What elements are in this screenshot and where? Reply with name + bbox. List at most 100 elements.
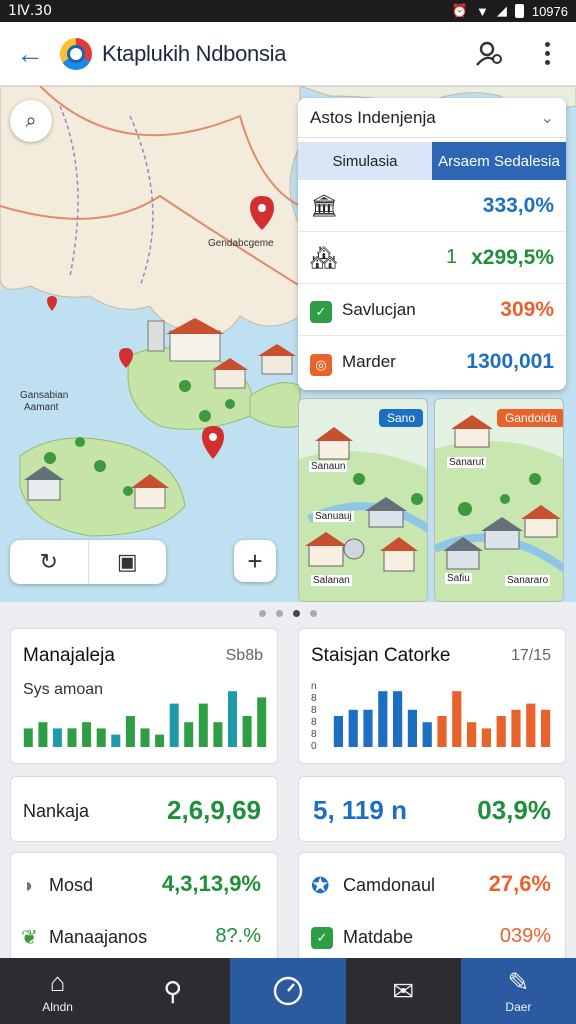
chart-bar (82, 722, 92, 747)
chart-bar (393, 691, 403, 747)
list-item-label: Mosd (49, 875, 94, 895)
chart-card[interactable]: Manajaleja Sb8b Sys amoan (10, 628, 278, 764)
chart-bar (348, 709, 358, 747)
gauge-icon (273, 976, 303, 1006)
nav-search[interactable]: ⚲ (115, 958, 230, 1024)
check-icon: ✓ (311, 927, 333, 949)
search-icon: ⚲ (163, 976, 183, 1006)
chart-bar (541, 709, 551, 747)
chart-bar (52, 728, 62, 747)
chart-card[interactable]: Staisjan Catorke 17/15 n 8 8 8 8 0 (298, 628, 566, 764)
zoom-in-button[interactable]: + (234, 540, 276, 582)
panel-row[interactable]: 🏛 333,0% (298, 180, 566, 232)
kebab-icon (544, 42, 550, 65)
search-icon: ⌕ (25, 109, 37, 132)
village-illustration (435, 415, 563, 601)
back-button[interactable]: ← (0, 22, 60, 86)
chart-bar (363, 709, 373, 747)
thumbnail-label: Safiu (445, 573, 472, 584)
user-settings-button[interactable] (460, 22, 518, 86)
refresh-button[interactable]: ↻ (10, 540, 88, 584)
stat-card[interactable]: Nankaja 2,6,9,69 (10, 776, 278, 842)
app-logo (60, 37, 92, 70)
tick-label: 8 (311, 729, 317, 740)
user-gear-icon (476, 41, 502, 66)
edit-icon: ✎ (507, 967, 530, 997)
thumbnail-label: Sanarut (447, 457, 487, 468)
chart-bar (184, 722, 194, 747)
list-item-value: 4,3,13,9% (161, 871, 261, 896)
pager-dot[interactable] (310, 610, 317, 617)
temple-icon: 🏛 (310, 192, 338, 218)
app-bar: ← Ktaplukih Ndbonsia (0, 22, 576, 86)
thumbnail-label: Sanaun (309, 461, 348, 472)
region-dropdown[interactable]: Astos Indenjenja ⌄ (298, 98, 566, 138)
info-panel: Astos Indenjenja ⌄ Simulasia Arsaem Seda… (298, 98, 566, 390)
thumbnail-card[interactable]: Gandoida Sanarut Safiu Sanararo (434, 398, 564, 602)
village-illustration (299, 427, 427, 601)
list-item-label: Matdabe (343, 927, 414, 947)
chart-bar (407, 709, 417, 747)
status-bar: 1Ⅳ.30 ⏰ ▼ ◢ 10976 (0, 0, 576, 22)
map-label: Gansabian (20, 390, 68, 401)
card-title: Manajaleja (23, 645, 115, 666)
house-icon: 🏘 (310, 244, 338, 270)
chart-ticks: n 8 8 8 8 0 (311, 681, 317, 753)
pager-dot[interactable] (259, 610, 266, 617)
map-search-button[interactable]: ⌕ (10, 100, 52, 142)
pager-dots[interactable] (0, 610, 576, 617)
thumbnail-card[interactable]: Sano Sanaun Sanuauj Salanan (298, 398, 428, 602)
panel-row-value: 333,0% (482, 193, 554, 217)
layers-button[interactable]: ▣ (87, 540, 167, 584)
chart-bar (496, 716, 506, 747)
chart-bar (228, 691, 237, 747)
nav-home[interactable]: ⌂ Alndn (0, 958, 115, 1024)
pager-dot[interactable] (276, 610, 283, 617)
chart-bar (378, 691, 388, 747)
tab-simulasia[interactable]: Simulasia (298, 142, 432, 180)
card-title: Staisjan Catorke (311, 645, 451, 666)
more-menu-button[interactable] (518, 22, 576, 86)
tab-arsaem[interactable]: Arsaem Sedalesia (432, 142, 566, 180)
thumbnail-label: Sanuauj (313, 511, 354, 522)
arrow-left-icon: ← (16, 37, 44, 69)
panel-row[interactable]: 🏘 1 x299,5% (298, 232, 566, 284)
stat-card[interactable]: 5, 119 n 03,9% (298, 776, 566, 842)
stat-value: 5, 119 n (313, 795, 407, 825)
thumbnail-strip: Sano Sanaun Sanuauj Salanan Gandoida San… (298, 398, 568, 602)
chart-bar (155, 734, 165, 747)
plus-icon: + (247, 545, 263, 576)
chart-bar (111, 734, 121, 747)
map-label: Aamant (24, 402, 59, 413)
thumbnail-label: Salanan (311, 575, 352, 586)
panel-row-value: 309% (500, 297, 554, 321)
list-item-value: 039% (499, 925, 551, 947)
chart-bar (96, 728, 106, 747)
chart-bar (511, 709, 521, 747)
list-card: ✪ Camdonaul 27,6% ✓ Matdabe 039% (298, 852, 566, 962)
chart-bar (333, 716, 343, 747)
map-toolbar: ↻ ▣ (10, 540, 166, 584)
nav-dashboard[interactable] (230, 958, 346, 1024)
chart-bar (467, 722, 477, 747)
nav-label: Alndn (42, 1000, 73, 1014)
nav-messages[interactable]: ✉ (346, 958, 461, 1024)
chart-bar (437, 716, 447, 747)
panel-row-value: 1300,001 (466, 350, 554, 373)
tick-label: 8 (311, 717, 317, 728)
bar-chart (333, 691, 551, 747)
app-title: Ktaplukih Ndbonsia (102, 40, 287, 66)
pager-dot[interactable] (293, 610, 300, 617)
panel-row[interactable]: ◎ Marder 1300,001 (298, 336, 566, 388)
bar-chart (23, 691, 267, 747)
chart-bar (67, 728, 77, 747)
nav-label: Daer (505, 1000, 532, 1014)
nav-edit[interactable]: ✎ Daer (460, 958, 576, 1024)
chart-bar (422, 722, 432, 747)
panel-row[interactable]: ✓ Savlucjan 309% (298, 284, 566, 336)
card-meta: Sb8b (225, 647, 263, 664)
battery-icon (514, 4, 524, 18)
signal-icon: ◢ (496, 3, 507, 18)
tick-label: 8 (311, 693, 317, 704)
stat-percent: 03,9% (477, 795, 551, 825)
